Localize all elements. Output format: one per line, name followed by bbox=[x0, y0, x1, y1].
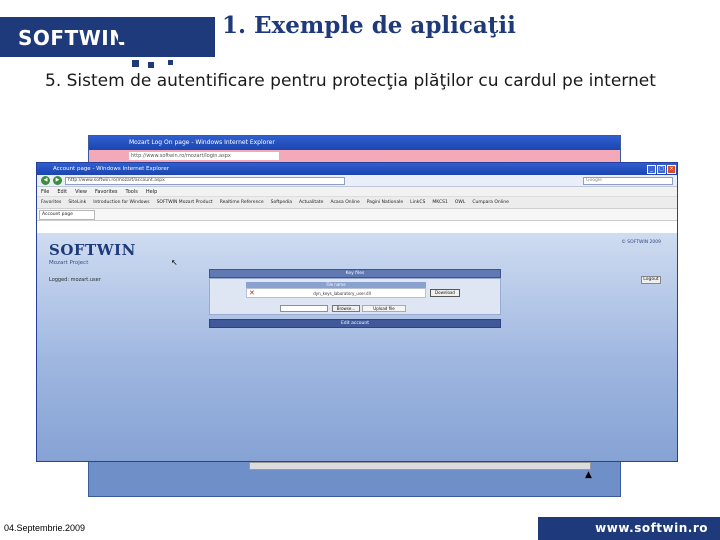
logo-square bbox=[192, 40, 197, 45]
file-row: ✕ dyn_keys_laboratory_user.dll bbox=[246, 288, 426, 298]
logo-square bbox=[134, 44, 144, 54]
slide-subtitle: 5. Sistem de autentificare pentru protec… bbox=[45, 71, 656, 91]
mouse-cursor-icon: ▲ bbox=[585, 470, 592, 480]
front-browser-window: Account page - Windows Internet Explorer… bbox=[36, 162, 678, 462]
tab-account-page[interactable]: Account page bbox=[39, 209, 95, 220]
favorites-item[interactable]: SOFTWIN Mozart Product bbox=[157, 200, 213, 205]
slide-title: 1. Exemple de aplicaţii bbox=[222, 12, 516, 39]
favorites-bar: Favorites SiteLink Introduction for Wind… bbox=[37, 197, 677, 209]
softwin-logo: SOFTWIN bbox=[0, 0, 215, 70]
menu-tools[interactable]: Tools bbox=[126, 189, 138, 195]
back-icon[interactable]: ◀ bbox=[41, 176, 50, 185]
menu-bar: File Edit View Favorites Tools Help bbox=[37, 187, 677, 197]
logo-square bbox=[150, 30, 158, 38]
favorites-item[interactable]: Pagini Nationale bbox=[367, 200, 403, 205]
logout-button[interactable]: Logout bbox=[641, 276, 661, 284]
page-product-name: Mozart Project bbox=[49, 260, 89, 266]
logo-square bbox=[160, 46, 168, 54]
menu-view[interactable]: View bbox=[75, 189, 87, 195]
front-window-title: Account page - Windows Internet Explorer bbox=[53, 166, 169, 172]
menu-edit[interactable]: Edit bbox=[57, 189, 67, 195]
logo-text: SOFTWIN bbox=[18, 26, 127, 50]
favorites-item[interactable]: SiteLink bbox=[68, 200, 86, 205]
logo-square bbox=[118, 30, 130, 42]
delete-icon[interactable]: ✕ bbox=[249, 289, 255, 298]
browse-button[interactable]: Browse... bbox=[332, 305, 360, 312]
back-window-title: Mozart Log On page - Windows Internet Ex… bbox=[89, 136, 620, 150]
front-address-bar: ◀ ▶ http://www.softwin.ro/mozart/account… bbox=[37, 175, 677, 187]
favorites-item[interactable]: Softpedia bbox=[271, 200, 292, 205]
file-name-value: dyn_keys_laboratory_user.dll bbox=[313, 291, 371, 296]
slide: SOFTWIN 1. Exemple de aplicaţii 5. Siste… bbox=[0, 0, 720, 540]
page-logo: SOFTWIN bbox=[49, 241, 136, 259]
favorites-item[interactable]: OWL bbox=[455, 200, 466, 205]
favorites-item[interactable]: Favorites bbox=[41, 200, 61, 205]
key-files-header: Key files bbox=[209, 269, 501, 278]
menu-help[interactable]: Help bbox=[146, 189, 157, 195]
logo-square bbox=[168, 60, 173, 65]
favorites-item[interactable]: Actualitate bbox=[299, 200, 323, 205]
back-horizontal-scrollbar[interactable] bbox=[249, 462, 591, 470]
logo-square bbox=[148, 62, 154, 68]
favorites-item[interactable]: Acasa Online bbox=[330, 200, 359, 205]
favorites-item[interactable]: Cumpara Online bbox=[472, 200, 509, 205]
close-icon[interactable]: × bbox=[667, 164, 676, 174]
maximize-icon[interactable]: □ bbox=[657, 164, 666, 174]
back-address-bar: http://www.softwin.ro/mozart/login.aspx bbox=[89, 150, 620, 162]
window-controls: _ □ × bbox=[647, 164, 677, 174]
favorites-item[interactable]: MKCS1 bbox=[432, 200, 447, 205]
forward-icon[interactable]: ▶ bbox=[53, 176, 62, 185]
logo-square bbox=[176, 26, 185, 35]
front-window-titlebar: Account page - Windows Internet Explorer… bbox=[37, 163, 677, 175]
footer-url-bar: www.softwin.ro bbox=[538, 517, 720, 540]
upload-file-input[interactable] bbox=[280, 305, 328, 312]
minimize-icon[interactable]: _ bbox=[647, 164, 656, 174]
favorites-item[interactable]: LinkCS bbox=[410, 200, 425, 205]
logged-user-label: Logged: mozart.user bbox=[49, 277, 101, 283]
favorites-item[interactable]: Introduction for Windows bbox=[93, 200, 149, 205]
copyright-text: © SOFTWIN 2009 bbox=[621, 240, 661, 245]
footer-url: www.softwin.ro bbox=[595, 521, 708, 535]
menu-favorites[interactable]: Favorites bbox=[95, 189, 118, 195]
back-address-input[interactable]: http://www.softwin.ro/mozart/login.aspx bbox=[129, 152, 279, 160]
mouse-cursor-icon: ↖ bbox=[171, 258, 178, 267]
web-page-content: SOFTWIN Mozart Project Logged: mozart.us… bbox=[37, 233, 677, 461]
download-button[interactable]: Download bbox=[430, 289, 460, 297]
logo-square bbox=[132, 60, 139, 67]
footer-date: 04.Septembrie.2009 bbox=[4, 523, 86, 533]
upload-file-button[interactable]: Upload file bbox=[362, 305, 406, 312]
front-address-input[interactable]: http://www.softwin.ro/mozart/account.asp… bbox=[65, 176, 345, 185]
tab-bar: Account page bbox=[37, 209, 677, 221]
menu-file[interactable]: File bbox=[41, 189, 49, 195]
edit-account-button[interactable]: Edit account bbox=[209, 319, 501, 328]
search-input[interactable]: Google bbox=[583, 176, 673, 185]
favorites-item[interactable]: Realtime Reference bbox=[220, 200, 264, 205]
key-files-panel: File name ✕ dyn_keys_laboratory_user.dll… bbox=[209, 278, 501, 315]
